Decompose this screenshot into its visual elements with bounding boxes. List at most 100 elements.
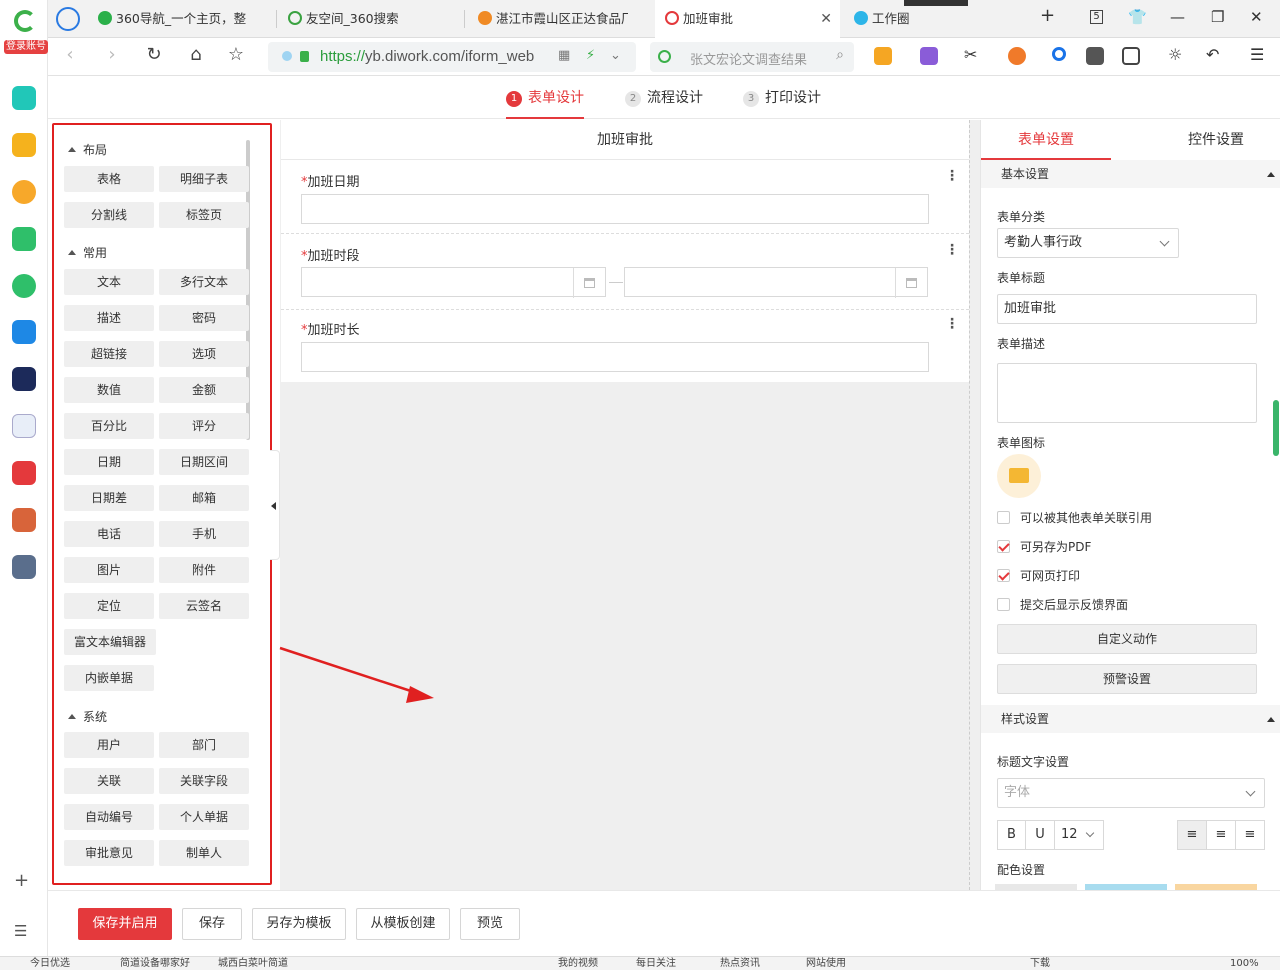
palette-item[interactable]: 关联	[64, 768, 154, 794]
palette-item[interactable]: 日期区间	[159, 449, 249, 475]
step-print-design[interactable]: 3 打印设计	[743, 87, 821, 119]
scissors-icon[interactable]: ✂	[964, 47, 982, 65]
bookmark-star-icon[interactable]: ☆	[224, 44, 248, 65]
palette-item[interactable]: 描述	[64, 305, 154, 331]
menu-icon[interactable]: ☰	[1250, 47, 1268, 65]
tab-youkongjian[interactable]: 友空间_360搜索	[288, 6, 448, 32]
search-engine-icon[interactable]	[658, 50, 671, 63]
palette-item[interactable]: 邮箱	[159, 485, 249, 511]
palette-item[interactable]: 用户	[64, 732, 154, 758]
address-bar[interactable]: https://yb.diwork.com/iform_web ▦ ⚡ ⌄	[268, 42, 636, 72]
back-icon[interactable]: ‹	[58, 44, 82, 65]
style-settings-header[interactable]: 样式设置	[981, 705, 1280, 733]
align-center-icon[interactable]: ≡	[1206, 820, 1236, 850]
weibo-icon[interactable]	[12, 180, 36, 204]
save-enable-button[interactable]: 保存并启用	[78, 908, 172, 940]
folder-icon[interactable]	[997, 454, 1041, 498]
checkbox-linkable[interactable]: 可以被其他表单关联引用	[997, 509, 1152, 526]
undo-icon[interactable]: ↶	[1206, 47, 1224, 65]
star-app-icon[interactable]	[12, 133, 36, 157]
login-account-label[interactable]: 登录账号	[4, 40, 48, 54]
end-date-input[interactable]	[624, 267, 928, 298]
category-select[interactable]: 考勤人事行政	[997, 228, 1179, 258]
font-size-select[interactable]: 12	[1054, 820, 1104, 850]
reader-icon[interactable]	[1086, 47, 1104, 65]
palette-item[interactable]: 金额	[159, 377, 249, 403]
palette-item[interactable]: 手机	[159, 521, 249, 547]
palette-item[interactable]: 日期差	[64, 485, 154, 511]
checkbox-box[interactable]	[997, 569, 1010, 582]
more-vert-icon[interactable]: ⋮	[945, 317, 959, 331]
palette-item[interactable]: 部门	[159, 732, 249, 758]
align-right-icon[interactable]: ≡	[1235, 820, 1265, 850]
search-input[interactable]: 张文宏论文调查结果	[690, 49, 807, 68]
palette-item[interactable]: 百分比	[64, 413, 154, 439]
palette-item[interactable]: 文本	[64, 269, 154, 295]
field-overtime-duration[interactable]: *加班时长 ⋮	[281, 311, 969, 382]
new-tab-icon[interactable]: +	[1040, 5, 1055, 26]
close-window-icon[interactable]: ✕	[1250, 8, 1263, 26]
palette-item[interactable]: 定位	[64, 593, 154, 619]
section-system[interactable]: 系统	[68, 708, 107, 725]
home-icon[interactable]: ⌂	[184, 44, 208, 65]
custom-action-button[interactable]: 自定义动作	[997, 624, 1257, 654]
plus-app-icon[interactable]	[12, 86, 36, 110]
palette-item[interactable]: 标签页	[159, 202, 249, 228]
brightness-icon[interactable]: ☼	[1168, 47, 1186, 65]
tab-form-settings[interactable]: 表单设置	[981, 120, 1111, 160]
calendar-icon[interactable]	[573, 268, 605, 298]
tab-zhanjiang[interactable]: 湛江市霞山区正达食品厂	[478, 6, 628, 32]
bold-button[interactable]: B	[997, 820, 1026, 850]
zoom-level[interactable]: 100%	[1230, 957, 1259, 970]
palette-item[interactable]: 附件	[159, 557, 249, 583]
calendar-icon[interactable]	[895, 268, 927, 298]
palette-item[interactable]: 密码	[159, 305, 249, 331]
palette-item[interactable]: 关联字段	[159, 768, 249, 794]
palette-item[interactable]: 明细子表	[159, 166, 249, 192]
add-icon[interactable]: +	[14, 870, 29, 891]
palette-item[interactable]: 图片	[64, 557, 154, 583]
checkbox-save-pdf[interactable]: 可另存为PDF	[997, 538, 1091, 555]
tab-360-nav[interactable]: 360导航_一个主页，整	[98, 6, 248, 32]
checkbox-web-print[interactable]: 可网页打印	[997, 567, 1080, 584]
link-app-icon[interactable]	[12, 274, 36, 298]
step-flow-design[interactable]: 2 流程设计	[625, 87, 703, 119]
palette-item[interactable]: 电话	[64, 521, 154, 547]
checkbox-box[interactable]	[997, 540, 1010, 553]
palette-item[interactable]: 选项	[159, 341, 249, 367]
status-item[interactable]: 城西白菜叶简道	[218, 957, 288, 970]
word-doc-icon[interactable]	[12, 414, 36, 438]
reload-icon[interactable]: ↻	[142, 44, 166, 65]
tab-work-circle[interactable]: 工作圈	[854, 6, 1004, 32]
start-date-input[interactable]	[301, 267, 606, 298]
palette-item[interactable]: 表格	[64, 166, 154, 192]
palette-item[interactable]: 内嵌单据	[64, 665, 154, 691]
preview-button[interactable]: 预览	[460, 908, 520, 940]
wallet-icon[interactable]	[874, 47, 892, 65]
status-item[interactable]: 今日优选	[30, 957, 70, 970]
tab-control-settings[interactable]: 控件设置	[1151, 120, 1280, 160]
grid-apps-icon[interactable]	[1122, 47, 1140, 65]
search-icon[interactable]: ⌕	[836, 47, 844, 63]
more-vert-icon[interactable]: ⋮	[945, 243, 959, 257]
checkbox-box[interactable]	[997, 598, 1010, 611]
tab-overtime-approval[interactable]: 加班审批 ✕	[655, 0, 840, 38]
palette-item[interactable]: 审批意见	[64, 840, 154, 866]
lightning-icon[interactable]: ⚡	[586, 48, 595, 63]
shirt-icon[interactable]: 👕	[1128, 8, 1147, 26]
minimize-icon[interactable]: —	[1170, 8, 1185, 26]
step-form-design[interactable]: 1 表单设计	[506, 87, 584, 119]
create-from-template-button[interactable]: 从模板创建	[356, 908, 450, 940]
forward-icon[interactable]: ›	[100, 44, 124, 65]
section-layout[interactable]: 布局	[68, 141, 107, 158]
duration-input[interactable]	[301, 342, 929, 372]
palette-item[interactable]: 多行文本	[159, 269, 249, 295]
save-as-template-button[interactable]: 另存为模板	[252, 908, 346, 940]
underline-button[interactable]: U	[1025, 820, 1055, 850]
shop-app-icon[interactable]	[12, 461, 36, 485]
navigate-icon[interactable]	[56, 7, 80, 31]
game2-app-icon[interactable]	[12, 555, 36, 579]
desc-textarea[interactable]	[997, 363, 1257, 423]
search-box[interactable]: 张文宏论文调查结果 ⌕	[650, 42, 854, 72]
status-item[interactable]: 下载	[1030, 957, 1050, 970]
